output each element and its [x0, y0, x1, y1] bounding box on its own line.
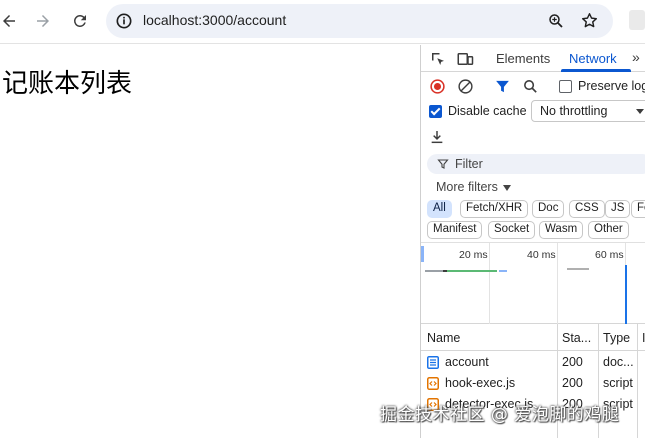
- address-bar[interactable]: localhost:3000/account: [106, 4, 613, 38]
- preserve-log-checkbox[interactable]: [559, 80, 572, 93]
- timeline-tick: 40 ms: [527, 249, 556, 261]
- column-header-status[interactable]: Sta...: [562, 331, 591, 345]
- record-icon[interactable]: [429, 78, 446, 95]
- timeline-tick: 60 ms: [595, 249, 624, 261]
- filter-chip-js[interactable]: JS: [605, 200, 631, 218]
- timeline-bar: [567, 268, 589, 270]
- filter-chip-font[interactable]: Fo: [631, 200, 645, 218]
- timeline-bar: [499, 270, 507, 272]
- devtools-panel: Elements Network » Preserve log Disable …: [420, 45, 645, 438]
- filter-chip-css[interactable]: CSS: [569, 200, 605, 218]
- bookmark-star-icon[interactable]: [580, 11, 599, 30]
- tab-network[interactable]: Network: [569, 51, 617, 66]
- column-header-name[interactable]: Name: [427, 331, 460, 345]
- timeline-tick: 20 ms: [459, 249, 488, 261]
- cache-throttle-row: Disable cache No throttling: [421, 99, 645, 125]
- column-header-type[interactable]: Type: [603, 331, 630, 345]
- filter-chip-manifest[interactable]: Manifest: [427, 221, 483, 239]
- filter-chip-other[interactable]: Other: [588, 221, 629, 239]
- request-name: account: [445, 355, 489, 369]
- page-content: 记账本列表: [0, 45, 420, 438]
- throttling-value: No throttling: [540, 104, 608, 118]
- preserve-log-label: Preserve log: [578, 79, 645, 93]
- reload-button[interactable]: [65, 6, 95, 36]
- request-name: hook-exec.js: [445, 376, 516, 390]
- timeline-bar: [425, 270, 443, 272]
- timeline-load-marker: [625, 265, 627, 325]
- forward-button[interactable]: [28, 6, 58, 36]
- filter-chip-wasm[interactable]: Wasm: [539, 221, 584, 239]
- extension-icon[interactable]: [629, 10, 645, 30]
- site-info-icon[interactable]: [114, 11, 134, 31]
- back-icon: [3, 15, 15, 27]
- chevron-down-icon: [502, 184, 511, 191]
- reload-icon: [73, 14, 86, 27]
- more-filters-label: More filters: [436, 180, 498, 194]
- chevron-down-icon: [636, 109, 644, 114]
- download-icon[interactable]: [429, 129, 445, 145]
- table-row[interactable]: hook-exec.js 200 script: [421, 373, 645, 394]
- inspect-element-icon[interactable]: [429, 50, 447, 68]
- timeline-overview[interactable]: 20 ms 40 ms 60 ms: [421, 242, 645, 325]
- timeline-gridline: [489, 243, 490, 325]
- filter-icon[interactable]: [494, 78, 511, 95]
- table-row[interactable]: account 200 doc...: [421, 352, 645, 373]
- timeline-bar: [447, 270, 497, 272]
- clear-icon[interactable]: [457, 78, 474, 95]
- filter-chip-socket[interactable]: Socket: [488, 221, 536, 239]
- filter-placeholder: Filter: [455, 157, 483, 171]
- disable-cache-label: Disable cache: [448, 104, 527, 118]
- devtools-tab-bar: Elements Network »: [421, 45, 645, 72]
- request-status: 200: [562, 355, 583, 369]
- filter-input[interactable]: Filter: [427, 154, 645, 174]
- request-status: 200: [562, 376, 583, 390]
- filter-chip-fetch-xhr[interactable]: Fetch/XHR: [460, 200, 529, 218]
- request-type: doc...: [603, 355, 634, 369]
- url-text[interactable]: localhost:3000/account: [143, 12, 286, 28]
- browser-toolbar: localhost:3000/account: [0, 0, 645, 44]
- timeline-gridline: [557, 243, 558, 325]
- device-toolbar-icon[interactable]: [456, 50, 474, 68]
- filter-funnel-icon: [437, 159, 449, 169]
- search-icon[interactable]: [522, 78, 539, 95]
- watermark: 掘金技术社区 @ 爱泡脚的鸡腿: [380, 405, 620, 425]
- filter-chip-doc[interactable]: Doc: [532, 200, 565, 218]
- more-filters-button[interactable]: More filters: [436, 180, 511, 194]
- timeline-marker: [421, 246, 424, 262]
- back-button[interactable]: [0, 6, 24, 36]
- page-title: 记账本列表: [2, 69, 133, 99]
- document-icon: [427, 356, 439, 369]
- more-tabs-icon[interactable]: »: [632, 49, 640, 65]
- request-table-header: Name Sta... Type I: [421, 324, 645, 351]
- tab-elements[interactable]: Elements: [496, 51, 550, 66]
- active-tab-indicator: [561, 69, 631, 72]
- filter-chip-all[interactable]: All: [427, 200, 452, 218]
- request-type: script: [603, 376, 633, 390]
- zoom-icon[interactable]: [547, 12, 565, 30]
- disable-cache-checkbox[interactable]: [429, 105, 442, 118]
- network-toolbar: Preserve log: [421, 73, 645, 100]
- throttling-select[interactable]: No throttling: [531, 100, 645, 122]
- script-icon: [427, 377, 439, 390]
- forward-icon: [37, 15, 49, 27]
- import-row: [421, 127, 645, 149]
